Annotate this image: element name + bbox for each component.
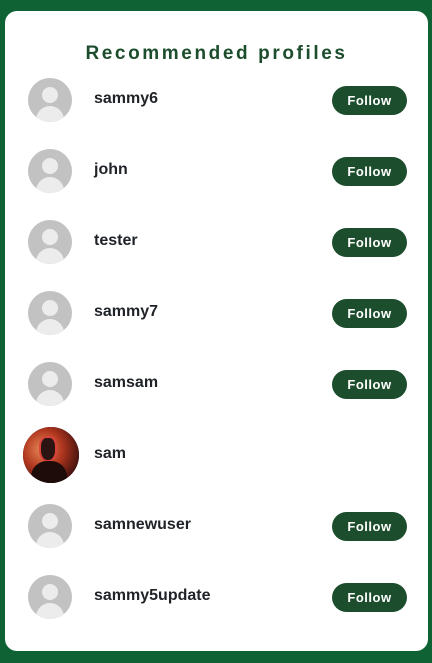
default-avatar-icon[interactable]: [28, 362, 72, 406]
profile-username[interactable]: sam: [94, 445, 126, 463]
follow-button[interactable]: Follow: [332, 370, 407, 399]
profile-row: sammy7 Follow: [5, 277, 428, 348]
card-title: Recommended profiles: [85, 43, 348, 64]
profile-username[interactable]: samnewuser: [94, 516, 191, 534]
default-avatar-icon[interactable]: [28, 575, 72, 619]
follow-button[interactable]: Follow: [332, 157, 407, 186]
default-avatar-icon[interactable]: [28, 220, 72, 264]
follow-button[interactable]: Follow: [332, 583, 407, 612]
default-avatar-icon[interactable]: [28, 504, 72, 548]
follow-button[interactable]: Follow: [332, 512, 407, 541]
profile-row: john Follow: [5, 135, 428, 206]
profile-username[interactable]: sammy7: [94, 303, 158, 321]
profile-row: sammy6 Follow: [5, 64, 428, 135]
profile-username[interactable]: john: [94, 161, 128, 179]
profile-username[interactable]: tester: [94, 232, 138, 250]
recommended-profiles-card: Recommended profiles sammy6 Follow john …: [5, 11, 428, 651]
profile-row: sammy5update Follow: [5, 561, 428, 632]
profile-username[interactable]: sammy5update: [94, 587, 211, 605]
profile-row: tester Follow: [5, 206, 428, 277]
profile-photo[interactable]: [23, 427, 79, 483]
follow-button[interactable]: Follow: [332, 228, 407, 257]
default-avatar-icon[interactable]: [28, 78, 72, 122]
default-avatar-icon[interactable]: [28, 149, 72, 193]
follow-button[interactable]: Follow: [332, 299, 407, 328]
follow-button[interactable]: Follow: [332, 86, 407, 115]
profile-list: sammy6 Follow john Follow tester Follow …: [5, 64, 428, 632]
profile-row: samsam Follow: [5, 348, 428, 419]
profile-row: samnewuser Follow: [5, 490, 428, 561]
default-avatar-icon[interactable]: [28, 291, 72, 335]
profile-row-current-user: sam: [5, 419, 428, 490]
profile-username[interactable]: sammy6: [94, 90, 158, 108]
profile-username[interactable]: samsam: [94, 374, 158, 392]
